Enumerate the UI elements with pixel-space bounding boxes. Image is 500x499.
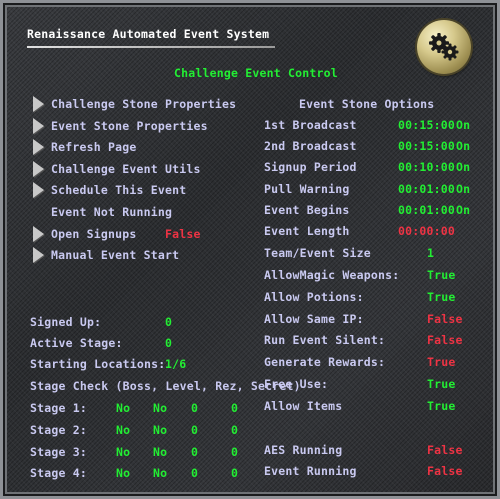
stage-level: No: [153, 466, 168, 480]
active-stage-label: Active Stage:: [30, 336, 123, 350]
option-value: 00:01:00: [398, 203, 455, 217]
stage-boss: No: [116, 466, 131, 480]
arrow-icon[interactable]: [33, 118, 44, 134]
signed-up-label: Signed Up:: [30, 315, 102, 329]
arrow-icon[interactable]: [33, 96, 44, 112]
stage-rez: 0: [191, 401, 199, 415]
stage-secret: 0: [231, 445, 239, 459]
menu-manual-event-start[interactable]: Manual Event Start: [51, 248, 179, 262]
option-toggle[interactable]: On: [456, 118, 470, 132]
gears-icon[interactable]: [417, 20, 471, 74]
option-label: Team/Event Size: [264, 246, 371, 260]
event-status-text: Event Not Running: [51, 205, 173, 219]
stage-label: Stage 1:: [30, 401, 87, 415]
active-stage-value: 0: [165, 336, 173, 350]
starting-locations-label: Starting Locations:: [30, 357, 166, 371]
option-value: 00:15:00: [398, 139, 455, 153]
aes-running-label: AES Running: [264, 443, 343, 457]
option-label: Run Event Silent:: [264, 333, 386, 347]
stage-secret: 0: [231, 466, 239, 480]
stage-rez: 0: [191, 423, 199, 437]
option-label: Signup Period: [264, 160, 357, 174]
option-label: Allow Same IP:: [264, 312, 364, 326]
window-title: Renaissance Automated Event System: [27, 27, 270, 41]
option-value[interactable]: True: [427, 268, 456, 282]
option-label: 1st Broadcast: [264, 118, 357, 132]
stage-boss: No: [116, 401, 131, 415]
option-value[interactable]: True: [427, 355, 456, 369]
option-value[interactable]: True: [427, 399, 456, 413]
option-value: 00:01:00: [398, 182, 455, 196]
stage-level: No: [153, 445, 168, 459]
stage-rez: 0: [191, 445, 199, 459]
option-label: Allow Potions:: [264, 290, 364, 304]
option-label: Event Begins: [264, 203, 350, 217]
option-value: 1: [427, 246, 435, 260]
option-value: 00:15:00: [398, 118, 455, 132]
option-label: 2nd Broadcast: [264, 139, 357, 153]
stage-label: Stage 4:: [30, 466, 87, 480]
option-value[interactable]: False: [427, 312, 463, 326]
option-label: AllowMagic Weapons:: [264, 268, 400, 282]
stage-boss: No: [116, 423, 131, 437]
stage-secret: 0: [231, 423, 239, 437]
option-label: Free Use:: [264, 377, 329, 391]
arrow-icon[interactable]: [33, 226, 44, 242]
starting-locations-value: 1/6: [165, 357, 187, 371]
menu-challenge-event-utils[interactable]: Challenge Event Utils: [51, 162, 201, 176]
arrow-icon[interactable]: [33, 247, 44, 263]
stage-label: Stage 3:: [30, 445, 87, 459]
event-running-label: Event Running: [264, 464, 357, 478]
option-toggle[interactable]: On: [456, 182, 470, 196]
stage-rez: 0: [191, 466, 199, 480]
option-toggle[interactable]: On: [456, 160, 470, 174]
option-value[interactable]: False: [427, 333, 463, 347]
option-value[interactable]: True: [427, 377, 456, 391]
option-toggle[interactable]: On: [456, 139, 470, 153]
page-subtitle: Challenge Event Control: [174, 66, 338, 80]
option-label: Generate Rewards:: [264, 355, 386, 369]
stage-boss: No: [116, 445, 131, 459]
menu-schedule-this-event[interactable]: Schedule This Event: [51, 183, 186, 197]
open-signups-value: False: [165, 227, 201, 241]
menu-refresh-page[interactable]: Refresh Page: [51, 140, 136, 154]
arrow-icon[interactable]: [33, 182, 44, 198]
title-underline: [27, 46, 275, 48]
aes-running-value: False: [427, 443, 463, 457]
menu-open-signups[interactable]: Open Signups: [51, 227, 136, 241]
stage-level: No: [153, 423, 168, 437]
option-label: Event Length: [264, 224, 350, 238]
options-header: Event Stone Options: [299, 97, 435, 111]
option-toggle[interactable]: On: [456, 203, 470, 217]
option-value: 00:10:00: [398, 160, 455, 174]
gump-window: Renaissance Automated Event System Chall…: [0, 0, 500, 499]
option-value[interactable]: True: [427, 290, 456, 304]
signed-up-value: 0: [165, 315, 173, 329]
arrow-icon[interactable]: [33, 139, 44, 155]
menu-challenge-stone-properties[interactable]: Challenge Stone Properties: [51, 97, 236, 111]
option-label: Pull Warning: [264, 182, 350, 196]
stage-label: Stage 2:: [30, 423, 87, 437]
option-value: 00:00:00: [398, 224, 455, 238]
stage-secret: 0: [231, 401, 239, 415]
stage-check-header: Stage Check (Boss, Level, Rez, Secret): [30, 379, 301, 393]
menu-event-stone-properties[interactable]: Event Stone Properties: [51, 119, 208, 133]
stage-level: No: [153, 401, 168, 415]
event-running-value: False: [427, 464, 463, 478]
gears-icon-graphic: [429, 33, 459, 61]
arrow-icon[interactable]: [33, 161, 44, 177]
option-label: Allow Items: [264, 399, 343, 413]
